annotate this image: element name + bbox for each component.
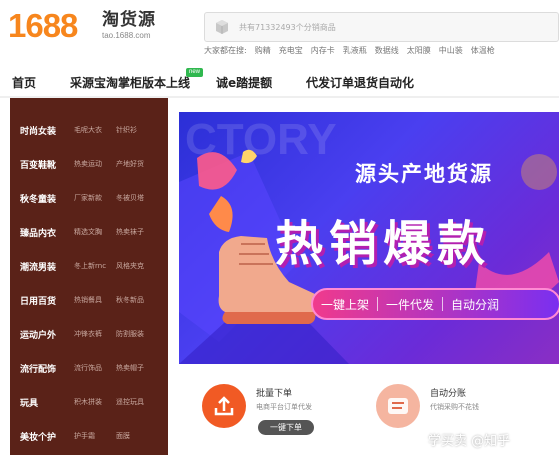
nav-caiyuanbao[interactable]: 采源宝淘掌柜版本上线 [70,74,190,91]
category-name: 美妆个护 [20,432,57,443]
hot-word-link[interactable]: 购精 [255,45,271,56]
subcategory-link[interactable]: 精选文胸 [74,227,102,237]
new-badge: new [186,68,204,77]
hot-words-label: 大家都在搜: [204,46,247,55]
search-input[interactable]: 共有71332493个分销商品 [239,22,336,33]
subcategory-link[interactable]: 针织衫 [116,125,137,135]
cube-icon [216,20,228,34]
hot-word-link[interactable]: 充电宝 [279,45,303,56]
category-sidebar: 时尚女装 毛呢大衣 针织衫 百变鞋靴 热卖运动 产地好货 秋冬童装 厂家新款 冬… [10,98,168,455]
category-name: 潮流男装 [20,262,57,273]
upload-icon [202,384,246,428]
category-name: 运动户外 [20,330,57,341]
watermark: 学买卖 @知乎 [428,434,511,449]
main-nav: 首页 采源宝淘掌柜版本上线 new 诚e踏提额 代发订单退货自动化 [0,68,559,96]
category-item[interactable]: 秋冬童装 厂家新款 冬被贝塔 [10,189,168,207]
category-item[interactable]: 潮流男装 冬上新rnc 风格夹克 [10,257,168,275]
hot-word-link[interactable]: 数据线 [375,45,399,56]
subcategory-link[interactable]: 热卖帽子 [116,363,144,373]
banner-big-title: 热销爆款 [275,216,492,272]
service-batch-order[interactable]: 批量下单 电商平台订单代发 一键下单 [202,380,352,450]
category-name: 日用百货 [20,296,57,307]
category-name: 流行配饰 [20,364,57,375]
promo-banner[interactable]: CTORY 源头产地货源 热销爆款 一键上架 一件代发 自动分润 [179,112,559,364]
subcategory-link[interactable]: 产地好货 [116,159,144,169]
feature-dropship: 一件代发 [386,297,435,312]
hot-word-link[interactable]: 体温枪 [471,45,495,56]
category-item[interactable]: 美妆个护 护手霜 面膜 [10,427,168,445]
brand-url: tao.1688.com [102,31,151,40]
hot-word-link[interactable]: 内存卡 [311,45,335,56]
subcategory-link[interactable]: 热卖运动 [74,159,102,169]
subcategory-link[interactable]: 流行饰品 [74,363,102,373]
category-item[interactable]: 流行配饰 流行饰品 热卖帽子 [10,359,168,377]
subcategory-link[interactable]: 防割服装 [116,329,144,339]
subcategory-link[interactable]: 热卖袜子 [116,227,144,237]
banner-feature-pill: 一键上架 一件代发 自动分润 [311,288,559,320]
site-logo[interactable]: 1688 [8,8,92,44]
subcategory-link[interactable]: 积木拼装 [74,397,102,407]
subcategory-link[interactable]: 护手霜 [74,431,95,441]
category-item[interactable]: 时尚女装 毛呢大衣 针织衫 [10,121,168,139]
nav-chengetp[interactable]: 诚e踏提额 [216,74,272,91]
service-desc: 代销采购不花钱 [430,403,479,411]
category-item[interactable]: 百变鞋靴 热卖运动 产地好货 [10,155,168,173]
feature-one-click-list: 一键上架 [321,297,370,312]
subcategory-link[interactable]: 冬被贝塔 [116,193,144,203]
subcategory-link[interactable]: 厂家新款 [74,193,102,203]
subcategory-link[interactable]: 面膜 [116,431,130,441]
category-name: 百变鞋靴 [20,160,57,171]
category-name: 秋冬童装 [20,194,57,205]
hot-word-link[interactable]: 中山装 [439,45,463,56]
subcategory-link[interactable]: 风格夹克 [116,261,144,271]
banner-title: 源头产地货源 [355,162,493,186]
category-name: 时尚女装 [20,126,57,137]
category-item[interactable]: 日用百货 热销餐具 秋冬新品 [10,291,168,309]
subcategory-link[interactable]: 秋冬新品 [116,295,144,305]
hot-search-words: 大家都在搜: 购精 充电宝 内存卡 乳液瓶 数据线 太阳膜 中山装 体温枪 [204,45,495,56]
brand-name: 淘货源 [102,10,156,30]
subcategory-link[interactable]: 冬上新rnc [74,261,106,271]
category-item[interactable]: 运动户外 冲锋衣裤 防割服装 [10,325,168,343]
search-box[interactable]: 共有71332493个分销商品 [204,12,559,42]
brand[interactable]: 淘货源 tao.1688.com [102,10,156,42]
hot-word-link[interactable]: 乳液瓶 [343,45,367,56]
category-item[interactable]: 臻品内衣 精选文胸 热卖袜子 [10,223,168,241]
subcategory-link[interactable]: 毛呢大衣 [74,125,102,135]
feature-auto-split: 自动分润 [451,297,500,312]
nav-home[interactable]: 首页 [12,74,36,91]
service-title: 自动分账 [430,389,467,399]
service-title: 批量下单 [256,389,293,399]
hot-word-link[interactable]: 太阳膜 [407,45,431,56]
service-desc: 电商平台订单代发 [256,403,312,411]
subcategory-link[interactable]: 热销餐具 [74,295,102,305]
subcategory-link[interactable]: 遥控玩具 [116,397,144,407]
category-item[interactable]: 玩具 积木拼装 遥控玩具 [10,393,168,411]
category-name: 玩具 [20,398,39,409]
category-name: 臻品内衣 [20,228,57,239]
subcategory-link[interactable]: 冲锋衣裤 [74,329,102,339]
one-click-order-button[interactable]: 一键下单 [258,420,314,435]
logo-text: 1688 [8,7,78,44]
split-icon [376,384,420,428]
nav-dropship-refund[interactable]: 代发订单退货自动化 [306,74,414,91]
